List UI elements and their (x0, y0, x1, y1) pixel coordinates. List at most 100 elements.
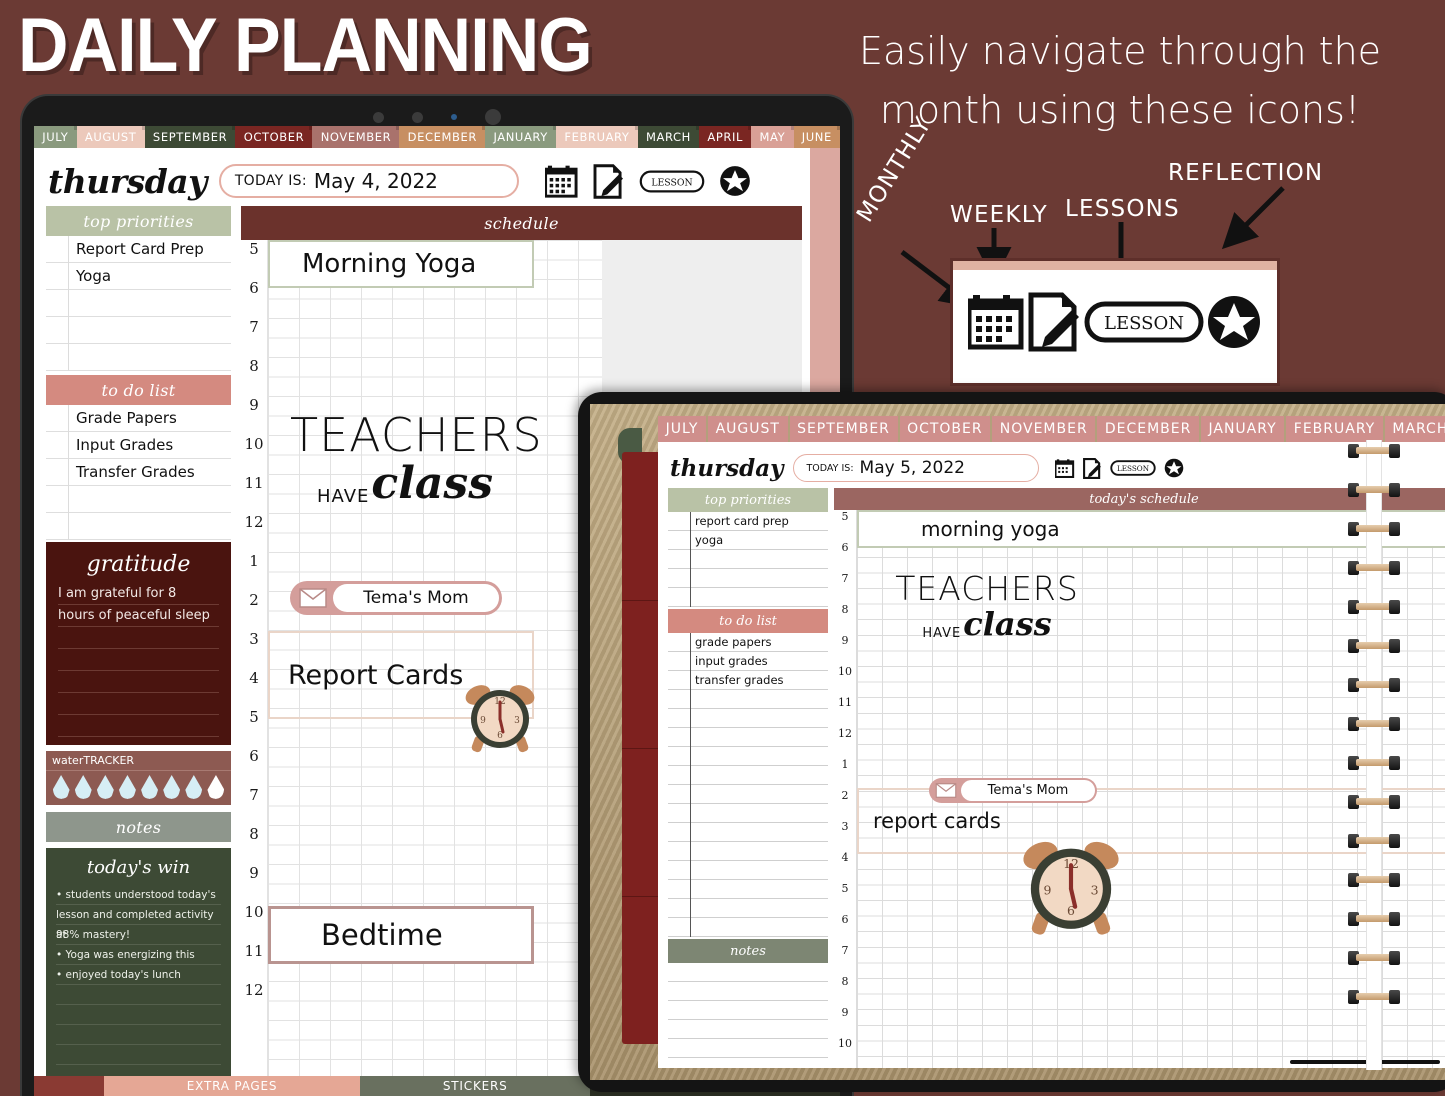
water-drop-icon[interactable] (118, 775, 136, 799)
star-circle-icon[interactable] (1206, 294, 1262, 350)
list-row[interactable] (668, 785, 828, 804)
month-tab-january[interactable]: JANUARY (1200, 416, 1287, 447)
list-row[interactable] (668, 569, 828, 588)
date-field[interactable]: TODAY IS: May 5, 2022 (793, 454, 1040, 482)
list-row[interactable] (668, 1020, 828, 1039)
water-drop-icon[interactable] (96, 775, 114, 799)
month-tab-may[interactable]: MAY (751, 126, 795, 148)
win-row[interactable]: • Yoga was energizing this (56, 945, 221, 965)
win-row[interactable] (56, 985, 221, 1005)
list-row[interactable] (668, 747, 828, 766)
month-tab-july[interactable]: JULY (658, 416, 709, 447)
month-tab-september[interactable]: SEPTEMBER (789, 416, 900, 447)
notes-lines[interactable] (668, 963, 828, 1068)
date-field[interactable]: TODAY IS: May 4, 2022 (218, 164, 519, 198)
list-row[interactable] (668, 1001, 828, 1020)
gratitude-row[interactable] (58, 671, 219, 693)
win-row[interactable]: lesson and completed activity at (56, 905, 221, 941)
water-drop-row[interactable] (46, 771, 231, 805)
month-tab-march[interactable]: MARCH (637, 126, 701, 148)
list-row[interactable]: Grade Papers (46, 405, 231, 432)
top-priorities-list[interactable]: Report Card Prep Yoga (46, 236, 231, 371)
month-tab-september[interactable]: SEPTEMBER (144, 126, 237, 148)
list-row[interactable]: transfer grades (668, 671, 828, 690)
water-drop-icon[interactable] (185, 775, 203, 799)
list-row[interactable] (668, 1039, 828, 1058)
list-row[interactable] (668, 550, 828, 569)
win-row[interactable] (56, 1025, 221, 1045)
to-do-list[interactable]: grade papers input grades transfer grades (668, 633, 828, 937)
list-row[interactable] (668, 588, 828, 607)
page-pencil-icon[interactable] (1028, 292, 1082, 352)
list-row[interactable] (668, 963, 828, 982)
to-do-list[interactable]: Grade Papers Input Grades Transfer Grades (46, 405, 231, 540)
month-tab-february[interactable]: FEBRUARY (556, 126, 639, 148)
top-priorities-list[interactable]: report card prep yoga (668, 512, 828, 607)
list-row[interactable] (668, 899, 828, 918)
list-row[interactable] (46, 486, 231, 513)
gratitude-row[interactable]: I am grateful for 8 (58, 583, 219, 605)
list-row[interactable] (46, 290, 231, 317)
gratitude-row[interactable]: hours of peaceful sleep (58, 605, 219, 627)
bottom-tab-extra-pages[interactable]: EXTRA PAGES (104, 1076, 361, 1096)
gratitude-row[interactable] (58, 649, 219, 671)
win-row[interactable]: • enjoyed today's lunch (56, 965, 221, 985)
month-tab-february[interactable]: FEBRUARY (1286, 416, 1385, 447)
lesson-pill-icon[interactable]: LESSON (639, 170, 705, 193)
list-row[interactable]: report card prep (668, 512, 828, 531)
win-row[interactable] (56, 1005, 221, 1025)
list-row[interactable] (46, 317, 231, 344)
month-tab-november[interactable]: NOVEMBER (992, 416, 1098, 447)
gratitude-row[interactable] (58, 627, 219, 649)
gratitude-lines[interactable]: I am grateful for 8 hours of peaceful sle… (46, 583, 231, 737)
list-row[interactable] (668, 728, 828, 747)
month-tab-june[interactable]: JUNE (793, 126, 840, 148)
month-tab-july[interactable]: JULY (34, 126, 78, 148)
lesson-pill-icon[interactable]: LESSON (1110, 460, 1157, 476)
water-drop-icon[interactable] (163, 775, 181, 799)
list-row[interactable] (668, 1058, 828, 1068)
win-row[interactable]: • students understood today's (56, 885, 221, 905)
calendar-icon[interactable] (1055, 458, 1075, 478)
list-row[interactable] (668, 766, 828, 785)
list-row[interactable]: yoga (668, 531, 828, 550)
star-circle-icon[interactable] (1164, 458, 1184, 478)
water-drop-icon[interactable] (141, 775, 159, 799)
month-tab-august[interactable]: AUGUST (708, 416, 790, 447)
month-tab-august[interactable]: AUGUST (76, 126, 146, 148)
month-tab-bar[interactable]: JULY AUGUST SEPTEMBER OCTOBER NOVEMBER DECEMB… (658, 416, 1445, 447)
list-row[interactable] (668, 690, 828, 709)
water-drop-icon[interactable] (207, 775, 225, 799)
list-row[interactable]: grade papers (668, 633, 828, 652)
month-tab-december[interactable]: DECEMBER (399, 126, 487, 148)
lesson-pill-icon[interactable]: LESSON (1084, 301, 1204, 343)
list-row[interactable] (668, 918, 828, 937)
win-row[interactable] (56, 1045, 221, 1065)
star-circle-icon[interactable] (719, 165, 751, 197)
list-row[interactable] (668, 804, 828, 823)
calendar-icon[interactable] (968, 294, 1026, 350)
month-tab-november[interactable]: NOVEMBER (312, 126, 401, 148)
bottom-tab-stickers[interactable]: STICKERS (360, 1076, 591, 1096)
list-row[interactable]: Transfer Grades (46, 459, 231, 486)
schedule-event-tema-mom[interactable]: Tema's Mom (290, 581, 502, 615)
list-row[interactable] (668, 880, 828, 899)
month-tab-bar[interactable]: JULY AUGUST SEPTEMBER OCTOBER NOVEMBER DECEMB… (34, 126, 840, 148)
month-tab-october[interactable]: OCTOBER (235, 126, 314, 148)
gratitude-row[interactable] (58, 715, 219, 737)
page-pencil-icon[interactable] (593, 163, 625, 199)
water-drop-icon[interactable] (74, 775, 92, 799)
month-tab-april[interactable]: APRIL (699, 126, 753, 148)
schedule-event-morning-yoga[interactable]: Morning Yoga (268, 240, 534, 288)
list-row[interactable] (668, 709, 828, 728)
list-row[interactable]: Input Grades (46, 432, 231, 459)
list-row[interactable]: Yoga (46, 263, 231, 290)
month-tab-january[interactable]: JANUARY (485, 126, 558, 148)
month-tab-march[interactable]: MARCH (1384, 416, 1445, 442)
list-row[interactable] (668, 823, 828, 842)
list-row[interactable] (668, 982, 828, 1001)
schedule-event-bedtime[interactable]: Bedtime (268, 906, 534, 964)
list-row[interactable] (46, 344, 231, 371)
todays-win-lines[interactable]: • students understood today's lesson and … (56, 885, 221, 1085)
bottom-tab-home[interactable] (34, 1076, 104, 1096)
